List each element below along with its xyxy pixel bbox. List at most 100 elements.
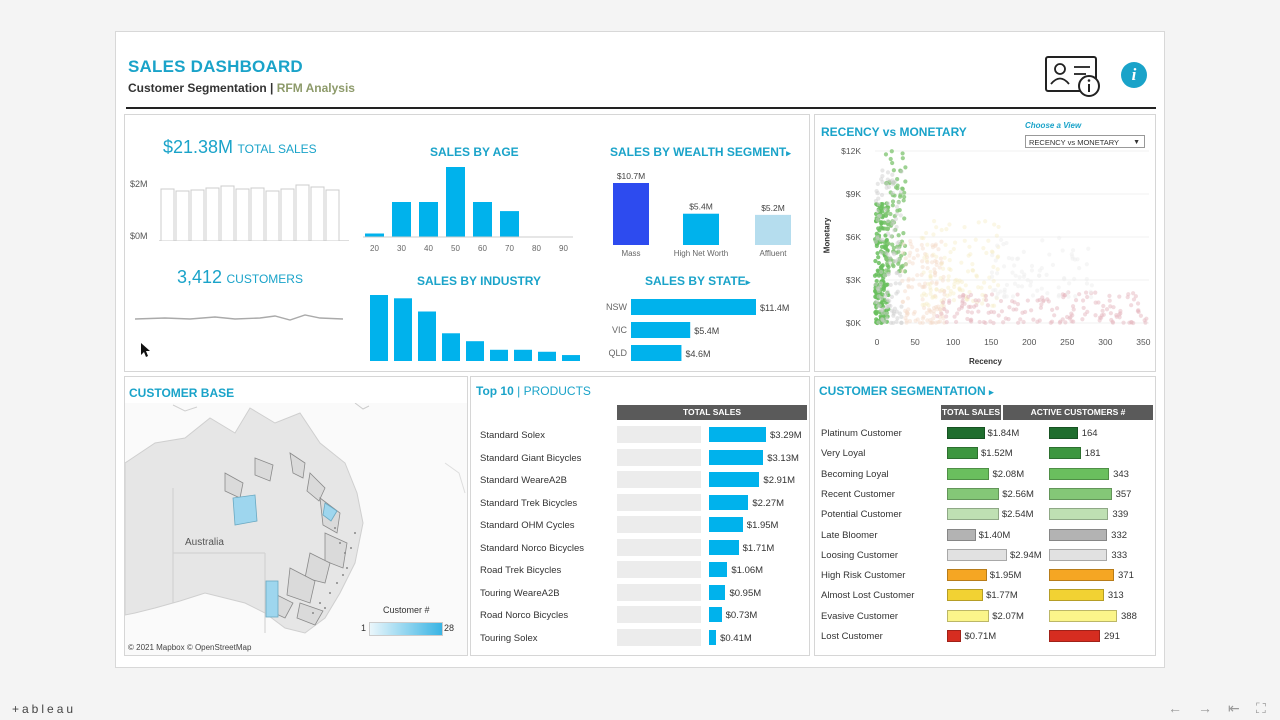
- scatter-point[interactable]: [1015, 302, 1021, 307]
- scatter-point[interactable]: [933, 243, 938, 248]
- scatter-point[interactable]: [1013, 273, 1018, 278]
- scatter-point[interactable]: [885, 289, 890, 294]
- scatter-point[interactable]: [1085, 294, 1090, 300]
- wealth-bar[interactable]: [683, 213, 719, 245]
- scatter-point[interactable]: [920, 297, 925, 302]
- scatter-point[interactable]: [967, 244, 972, 249]
- scatter-point[interactable]: [948, 289, 953, 294]
- scatter-point[interactable]: [992, 222, 997, 227]
- scatter-point[interactable]: [1121, 320, 1126, 325]
- scatter-point[interactable]: [884, 311, 889, 316]
- scatter-point[interactable]: [890, 199, 896, 204]
- segment-sales-bar[interactable]: [947, 508, 999, 521]
- scatter-point[interactable]: [947, 298, 952, 303]
- scatter-point[interactable]: [996, 224, 1001, 230]
- segment-sales-bar[interactable]: [947, 467, 990, 480]
- scatter-point[interactable]: [1089, 283, 1094, 288]
- scatter-point[interactable]: [1118, 308, 1123, 314]
- industry-bar[interactable]: [466, 341, 484, 361]
- industry-bar[interactable]: [370, 295, 388, 361]
- scatter-point[interactable]: [994, 233, 999, 238]
- nav-forward-icon[interactable]: →: [1198, 700, 1212, 716]
- scatter-point[interactable]: [885, 170, 891, 175]
- scatter-point[interactable]: [883, 152, 889, 157]
- scatter-point[interactable]: [946, 274, 951, 279]
- scatter-point[interactable]: [965, 316, 970, 322]
- table-row[interactable]: Standard Giant Bicycles $3.13M: [471, 448, 811, 468]
- scatter-point[interactable]: [899, 320, 904, 325]
- scatter-point[interactable]: [994, 271, 1000, 276]
- scatter-point[interactable]: [942, 307, 947, 312]
- table-row[interactable]: Standard Trek Bicycles $2.27M: [471, 493, 811, 513]
- scatter-point[interactable]: [952, 240, 958, 245]
- age-bar[interactable]: [473, 202, 492, 237]
- product-sales-bar[interactable]: [709, 427, 766, 442]
- scatter-point[interactable]: [888, 282, 893, 288]
- segment-customers-bar[interactable]: [1049, 508, 1109, 521]
- scatter-point[interactable]: [890, 203, 895, 208]
- scatter-point[interactable]: [968, 252, 973, 257]
- scatter-point[interactable]: [931, 252, 936, 257]
- scatter-point[interactable]: [928, 269, 933, 274]
- segment-row[interactable]: Platinum Customer $1.84M 164: [815, 425, 1157, 443]
- scatter-point[interactable]: [884, 316, 889, 321]
- scatter-point[interactable]: [1070, 254, 1075, 259]
- scatter-point[interactable]: [986, 238, 991, 243]
- scatter-point[interactable]: [1093, 300, 1098, 305]
- scatter-point[interactable]: [1084, 281, 1090, 286]
- scatter-point[interactable]: [895, 289, 900, 294]
- id-card-icon[interactable]: [1044, 54, 1102, 98]
- state-bar[interactable]: [631, 299, 756, 315]
- scatter-point[interactable]: [885, 218, 891, 224]
- scatter-point[interactable]: [880, 179, 885, 185]
- scatter-point[interactable]: [1021, 274, 1026, 279]
- scatter-point[interactable]: [981, 319, 987, 325]
- scatter-point[interactable]: [1129, 320, 1134, 325]
- scatter-point[interactable]: [908, 250, 913, 255]
- scatter-point[interactable]: [980, 301, 985, 306]
- scatter-point[interactable]: [1083, 290, 1089, 295]
- scatter-point[interactable]: [875, 217, 880, 222]
- segment-row[interactable]: Potential Customer $2.54M 339: [815, 506, 1157, 524]
- scatter-point[interactable]: [895, 186, 900, 191]
- scatter-point[interactable]: [1046, 299, 1051, 304]
- scatter-point[interactable]: [948, 249, 953, 255]
- scatter-point[interactable]: [976, 298, 981, 303]
- scatter-point[interactable]: [1064, 314, 1070, 320]
- scatter-point[interactable]: [1144, 316, 1149, 321]
- scatter-point[interactable]: [941, 300, 946, 305]
- scatter-point[interactable]: [957, 294, 962, 299]
- scatter-point[interactable]: [1028, 283, 1033, 288]
- scatter-point[interactable]: [976, 220, 981, 225]
- wealth-bar[interactable]: [755, 214, 791, 245]
- scatter-point[interactable]: [931, 232, 936, 237]
- scatter-point[interactable]: [898, 190, 904, 195]
- scatter-point[interactable]: [900, 278, 905, 283]
- scatter-point[interactable]: [940, 266, 946, 271]
- scatter-point[interactable]: [1020, 310, 1025, 315]
- scatter-point[interactable]: [883, 294, 888, 299]
- scatter-point[interactable]: [879, 250, 884, 256]
- scatter-point[interactable]: [993, 258, 998, 263]
- scatter-point[interactable]: [1081, 305, 1086, 311]
- scatter-point[interactable]: [987, 285, 993, 290]
- scatter-point[interactable]: [994, 295, 999, 300]
- table-row[interactable]: Road Norco Bicycles $0.73M: [471, 605, 811, 625]
- scatter-point[interactable]: [965, 309, 970, 314]
- scatter-point[interactable]: [944, 226, 949, 232]
- scatter-point[interactable]: [991, 303, 997, 308]
- scatter-point[interactable]: [990, 253, 995, 258]
- scatter-point[interactable]: [970, 262, 975, 267]
- scatter-point[interactable]: [924, 310, 929, 316]
- scatter-point[interactable]: [876, 260, 881, 266]
- scatter-point[interactable]: [887, 255, 893, 260]
- scatter-point[interactable]: [1075, 257, 1080, 262]
- scatter-point[interactable]: [1048, 320, 1053, 325]
- scatter-point[interactable]: [880, 168, 885, 173]
- scatter-point[interactable]: [1129, 303, 1134, 308]
- scatter-point[interactable]: [891, 168, 896, 173]
- scatter-point[interactable]: [1057, 235, 1062, 241]
- scatter-point[interactable]: [1060, 248, 1065, 253]
- australia-map[interactable]: [125, 402, 467, 655]
- scatter-point[interactable]: [956, 307, 962, 312]
